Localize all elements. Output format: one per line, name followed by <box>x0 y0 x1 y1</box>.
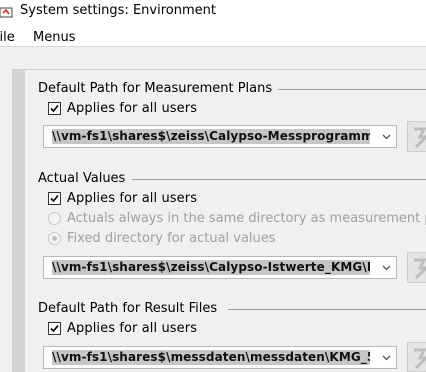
check-icon <box>50 324 59 333</box>
path-value: \\vm-fs1\shares$\zeiss\Calypso-Messprogr… <box>52 129 370 144</box>
app-icon <box>0 4 14 18</box>
checkbox-label: Applies for all users <box>67 191 198 206</box>
title-bar: System settings: Environment <box>0 0 426 22</box>
menu-file[interactable]: File <box>0 30 15 45</box>
radio-label: Fixed directory for actual values <box>67 231 276 246</box>
group-divider <box>278 89 426 90</box>
checkbox-box[interactable] <box>48 192 61 205</box>
group-divider <box>228 309 426 310</box>
group-title-actual-values: Actual Values <box>38 171 126 186</box>
applies-all-users-checkbox-plans[interactable]: Applies for all users <box>48 101 197 116</box>
browse-button-results[interactable] <box>407 342 426 372</box>
browse-button-actuals[interactable] <box>407 252 426 283</box>
checkbox-box[interactable] <box>48 322 61 335</box>
radio-label: Actuals always in the same directory as … <box>67 211 426 226</box>
path-combo-results[interactable]: \\vm-fs1\shares$\messdaten\messdaten\KMG… <box>43 346 397 369</box>
browse-icon <box>414 258 426 280</box>
chevron-down-icon[interactable] <box>376 257 396 278</box>
chevron-down-icon[interactable] <box>376 347 396 368</box>
checkbox-label: Applies for all users <box>67 321 198 336</box>
path-combo-actuals[interactable]: \\vm-fs1\shares$\zeiss\Calypso-Istwerte_… <box>43 256 397 279</box>
browse-button-plans[interactable] <box>407 121 426 152</box>
path-value: \\vm-fs1\shares$\messdaten\messdaten\KMG… <box>52 350 370 365</box>
check-icon <box>50 194 59 203</box>
chevron-down-icon[interactable] <box>376 126 396 147</box>
checkbox-box[interactable] <box>48 102 61 115</box>
path-combo-plans[interactable]: \\vm-fs1\shares$\zeiss\Calypso-Messprogr… <box>43 125 397 148</box>
checkbox-label: Applies for all users <box>67 101 198 116</box>
radio-button[interactable] <box>48 232 61 245</box>
menu-menus[interactable]: Menus <box>33 30 75 45</box>
group-title-result-files: Default Path for Result Files <box>38 301 218 316</box>
browse-icon <box>414 127 426 149</box>
radio-actuals-same-directory[interactable]: Actuals always in the same directory as … <box>48 211 426 226</box>
applies-all-users-checkbox-results[interactable]: Applies for all users <box>48 321 197 336</box>
menu-bar: File Menus <box>0 22 426 46</box>
window-title: System settings: Environment <box>20 3 216 18</box>
applies-all-users-checkbox-actuals[interactable]: Applies for all users <box>48 191 197 206</box>
content-border <box>12 69 426 70</box>
check-icon <box>50 104 59 113</box>
browse-icon <box>414 348 426 370</box>
radio-button[interactable] <box>48 212 61 225</box>
group-title-measurement-plans: Default Path for Measurement Plans <box>38 81 273 96</box>
panel-divider <box>0 46 426 47</box>
path-value: \\vm-fs1\shares$\zeiss\Calypso-Istwerte_… <box>52 260 370 275</box>
group-divider <box>132 179 426 180</box>
left-strip <box>12 70 25 372</box>
radio-fixed-directory[interactable]: Fixed directory for actual values <box>48 231 276 246</box>
